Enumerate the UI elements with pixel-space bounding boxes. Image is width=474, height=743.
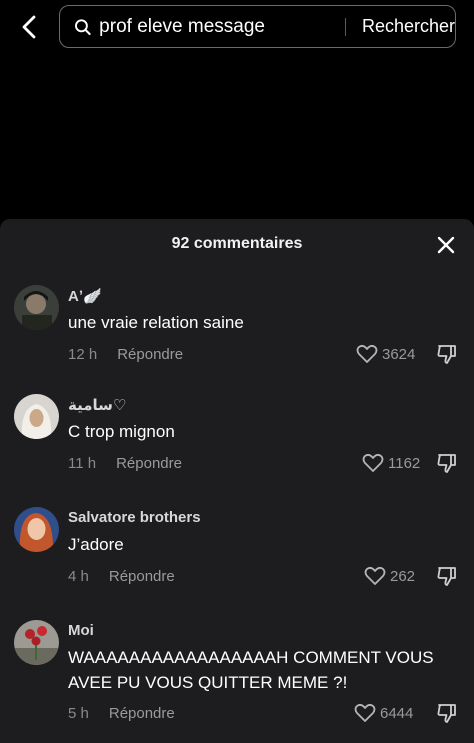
comment-text: C trop mignon bbox=[68, 422, 175, 441]
like-button[interactable]: 1162 bbox=[362, 453, 420, 473]
comment-meta: 12 h Répondre bbox=[68, 346, 183, 363]
comment-meta: 11 h Répondre bbox=[68, 455, 182, 472]
like-count: 6444 bbox=[380, 704, 414, 722]
top-bar: Rechercher bbox=[0, 0, 474, 60]
avatar[interactable] bbox=[14, 394, 59, 439]
avatar-roses-photo-icon bbox=[14, 620, 59, 665]
like-button[interactable]: 6444 bbox=[354, 703, 413, 723]
avatar-red-hair-portrait-icon bbox=[14, 507, 59, 552]
search-input[interactable] bbox=[99, 15, 310, 38]
heart-icon bbox=[354, 703, 376, 722]
comment-item: Salvatore brothers J’adore 4 h Répondre … bbox=[0, 505, 474, 600]
avatar[interactable] bbox=[14, 507, 59, 552]
heart-icon bbox=[362, 453, 384, 472]
chevron-left-icon bbox=[22, 15, 36, 39]
search-box[interactable]: Rechercher bbox=[59, 5, 456, 48]
comment-time: 5 h bbox=[68, 705, 89, 722]
comments-count-title: 92 commentaires bbox=[171, 235, 303, 252]
back-button[interactable] bbox=[14, 12, 44, 42]
avatar[interactable] bbox=[14, 285, 59, 330]
like-count: 1162 bbox=[388, 454, 421, 472]
reply-button[interactable]: Répondre bbox=[116, 455, 182, 472]
comment-username[interactable]: Moi bbox=[68, 622, 94, 639]
reply-button[interactable]: Répondre bbox=[117, 346, 183, 363]
like-button[interactable]: 3624 bbox=[356, 344, 415, 364]
close-icon[interactable] bbox=[435, 234, 457, 256]
comment-time: 4 h bbox=[68, 568, 89, 585]
comment-username[interactable]: Salvatore brothers bbox=[68, 509, 201, 526]
comments-sheet: 92 commentaires Aʼ🪽 une vraie relation s… bbox=[0, 219, 474, 743]
comment-item: Aʼ🪽 une vraie relation saine 12 h Répond… bbox=[0, 283, 474, 378]
comment-time: 12 h bbox=[68, 346, 98, 363]
reply-button[interactable]: Répondre bbox=[109, 568, 175, 585]
comment-item: سامية♡ C trop mignon 11 h Répondre 1162 bbox=[0, 392, 474, 487]
thumbs-down-icon[interactable] bbox=[436, 702, 458, 724]
comment-time: 11 h bbox=[68, 455, 97, 472]
avatar-hijab-portrait-icon bbox=[14, 394, 59, 439]
comment-username[interactable]: سامية♡ bbox=[68, 396, 126, 414]
comment-username[interactable]: Aʼ🪽 bbox=[68, 287, 102, 305]
like-button[interactable]: 262 bbox=[364, 566, 415, 586]
comment-meta: 4 h Répondre bbox=[68, 568, 175, 585]
comment-text: WAAAAAAAAAAAAAAAAAH COMMENT VOUS AVEE PU… bbox=[68, 648, 434, 692]
thumbs-down-icon[interactable] bbox=[436, 343, 458, 365]
comment-text: une vraie relation saine bbox=[68, 313, 244, 332]
comments-header: 92 commentaires bbox=[0, 219, 474, 271]
reply-button[interactable]: Répondre bbox=[109, 705, 175, 722]
search-icon bbox=[75, 18, 91, 35]
search-divider bbox=[345, 17, 346, 36]
like-count: 3624 bbox=[382, 345, 416, 363]
comment-item: Moi WAAAAAAAAAAAAAAAAAH COMMENT VOUS AVE… bbox=[0, 618, 474, 743]
avatar[interactable] bbox=[14, 620, 59, 665]
thumbs-down-icon[interactable] bbox=[436, 565, 458, 587]
heart-icon bbox=[364, 566, 386, 585]
heart-icon bbox=[356, 344, 378, 363]
comment-text: J’adore bbox=[68, 535, 124, 554]
search-submit-button[interactable]: Rechercher bbox=[362, 16, 455, 37]
like-count: 262 bbox=[390, 567, 416, 585]
thumbs-down-icon[interactable] bbox=[436, 452, 458, 474]
comment-meta: 5 h Répondre bbox=[68, 705, 175, 722]
avatar-dark-portrait-icon bbox=[14, 285, 59, 330]
